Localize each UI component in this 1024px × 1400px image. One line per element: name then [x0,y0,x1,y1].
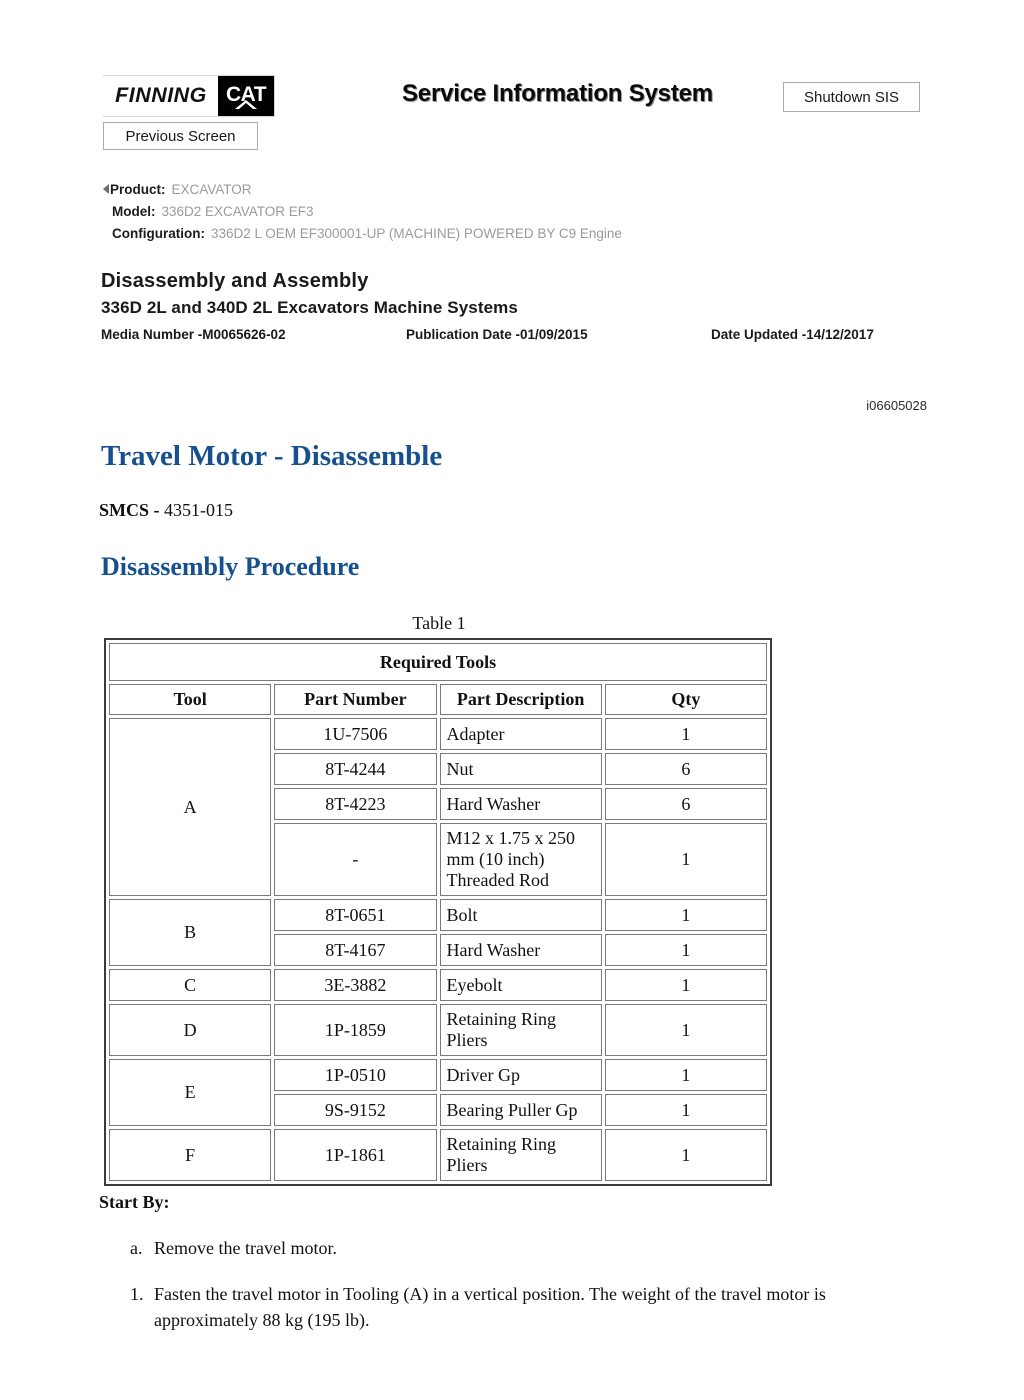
cat-logo-block: CAT [218,76,274,116]
header-part-description: Part Description [439,684,602,715]
header-part-number: Part Number [274,684,437,715]
cell-part-description: Adapter [439,718,602,750]
shutdown-sis-button[interactable]: Shutdown SIS [783,82,920,112]
cell-qty: 6 [604,753,767,785]
breadcrumb: Product: EXCAVATOR Model: 336D2 EXCAVATO… [103,178,622,244]
smcs-label: SMCS - [99,500,160,520]
cell-part-description: Hard Washer [439,934,602,966]
sub-step-item: a. Remove the travel motor. [130,1238,930,1259]
table-caption: Table 1 [412,613,466,633]
media-number: Media Number -M0065626-02 [101,327,286,342]
step-marker: 1. [130,1284,144,1304]
cell-part-description: Retaining Ring Pliers [439,1129,602,1181]
cell-tool: B [109,899,272,966]
cell-qty: 1 [604,934,767,966]
document-subtitle: 336D 2L and 340D 2L Excavators Machine S… [101,298,518,317]
document-id: i06605028 [866,398,927,413]
date-updated: Date Updated -14/12/2017 [711,327,874,342]
cell-part-number: 1U-7506 [274,718,437,750]
breadcrumb-product-row[interactable]: Product: EXCAVATOR [103,178,622,200]
header-qty: Qty [604,684,767,715]
sub-step-marker: a. [130,1238,143,1258]
document-title: Disassembly and Assembly [101,270,369,292]
page-header: FINNING CAT Service Information System S… [0,0,1024,165]
table-row: E 1P-0510 Driver Gp 1 [109,1059,767,1126]
cell-part-description: Eyebolt [439,969,602,1001]
breadcrumb-model-value: 336D2 EXCAVATOR EF3 [161,203,314,219]
cell-qty: 1 [604,1004,767,1056]
cell-part-description: Bolt [439,899,602,931]
table-row: A 1U-7506 Adapter 1 [109,718,767,896]
breadcrumb-model-label: Model: [112,203,156,219]
step-text: Fasten the travel motor in Tooling (A) i… [154,1284,826,1330]
cell-part-description: Bearing Puller Gp [439,1094,602,1126]
cell-qty: 1 [604,969,767,1001]
sub-step-text: Remove the travel motor. [154,1238,337,1258]
cell-part-description: Driver Gp [439,1059,602,1091]
step-item: 1. Fasten the travel motor in Tooling (A… [130,1282,920,1333]
cell-tool: D [109,1004,272,1056]
cell-part-description: M12 x 1.75 x 250 mm (10 inch) Threaded R… [439,823,602,896]
table-body: A 1U-7506 Adapter 1 8T-4244 Nut 6 8T-4223 Hard W… [109,718,767,1181]
cell-part-number: 1P-1859 [274,1004,437,1056]
table-row: D 1P-1859 Retaining Ring Pliers 1 [109,1004,767,1056]
table-title-cell: Required Tools [109,643,767,681]
cell-part-number: 1P-0510 [274,1059,437,1091]
cell-part-number: 8T-4244 [274,753,437,785]
cell-qty: 1 [604,1094,767,1126]
back-arrow-icon[interactable] [103,184,109,194]
cell-tool: C [109,969,272,1001]
cat-triangle-inner-icon [239,103,253,109]
publication-date: Publication Date -01/09/2015 [406,327,588,342]
cell-qty: 1 [604,718,767,750]
cell-tool: E [109,1059,272,1126]
smcs-line: SMCS - 4351-015 [99,500,233,521]
cell-part-number: 8T-4167 [274,934,437,966]
table-row: B 8T-0651 Bolt 1 [109,899,767,966]
cell-part-description: Hard Washer [439,788,602,820]
cell-qty: 1 [604,823,767,896]
cell-part-number: - [274,823,437,896]
breadcrumb-product-label: Product: [110,181,166,197]
finning-cat-logo: FINNING CAT [102,75,275,117]
finning-wordmark: FINNING [102,76,220,116]
cell-part-number: 8T-0651 [274,899,437,931]
table-row: C 3E-3882 Eyebolt 1 [109,969,767,1001]
breadcrumb-configuration-value: 336D2 L OEM EF300001-UP (MACHINE) POWERE… [210,225,622,241]
page-title: Travel Motor - Disassemble [101,440,443,472]
cell-qty: 6 [604,788,767,820]
breadcrumb-configuration-label: Configuration: [112,225,205,241]
header-tool: Tool [109,684,272,715]
cell-part-description: Nut [439,753,602,785]
service-information-system-title: Service Information System [402,80,713,107]
previous-screen-button[interactable]: Previous Screen [103,122,258,150]
cell-part-description: Retaining Ring Pliers [439,1004,602,1056]
table-head: Required Tools Tool Part Number Part Des… [109,643,767,715]
table-title-row: Required Tools [109,643,767,681]
required-tools-table: Required Tools Tool Part Number Part Des… [104,638,772,1186]
cell-tool: F [109,1129,272,1181]
cell-part-number: 3E-3882 [274,969,437,1001]
breadcrumb-model-row[interactable]: Model: 336D2 EXCAVATOR EF3 [103,200,622,222]
table-header-row: Tool Part Number Part Description Qty [109,684,767,715]
smcs-value: 4351-015 [164,500,234,520]
cell-qty: 1 [604,1059,767,1091]
cell-qty: 1 [604,899,767,931]
section-heading: Disassembly Procedure [101,552,360,581]
cell-qty: 1 [604,1129,767,1181]
start-by-label: Start By: [99,1192,170,1212]
cell-part-number: 9S-9152 [274,1094,437,1126]
table-row: F 1P-1861 Retaining Ring Pliers 1 [109,1129,767,1181]
cell-part-number: 8T-4223 [274,788,437,820]
document-header-block: Disassembly and Assembly 336D 2L and 340… [101,270,961,342]
document-meta-row: Media Number -M0065626-02 Publication Da… [101,327,961,342]
breadcrumb-product-value: EXCAVATOR [171,181,252,197]
breadcrumb-configuration-row[interactable]: Configuration: 336D2 L OEM EF300001-UP (… [103,222,622,244]
cell-tool: A [109,718,272,896]
cell-part-number: 1P-1861 [274,1129,437,1181]
